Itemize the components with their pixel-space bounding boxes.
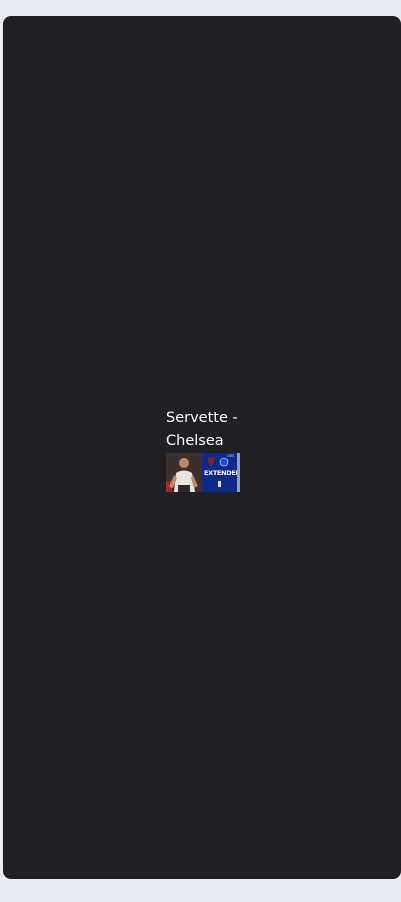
player-figure-icon [166, 453, 202, 492]
video-title[interactable]: Servette - Chelsea [166, 407, 246, 453]
video-item[interactable]: Servette - Chelsea EXTENDED CBS [166, 407, 246, 492]
network-logo: CBS [227, 454, 235, 458]
thumbnail-edge [237, 453, 240, 492]
page: Servette - Chelsea EXTENDED CBS [0, 0, 401, 902]
extended-badge: EXTENDED [204, 469, 240, 477]
player-photo [166, 453, 202, 492]
video-card: Servette - Chelsea EXTENDED CBS [3, 16, 401, 879]
highlights-graphic: EXTENDED [202, 453, 240, 492]
video-thumbnail[interactable]: EXTENDED CBS [166, 453, 240, 492]
